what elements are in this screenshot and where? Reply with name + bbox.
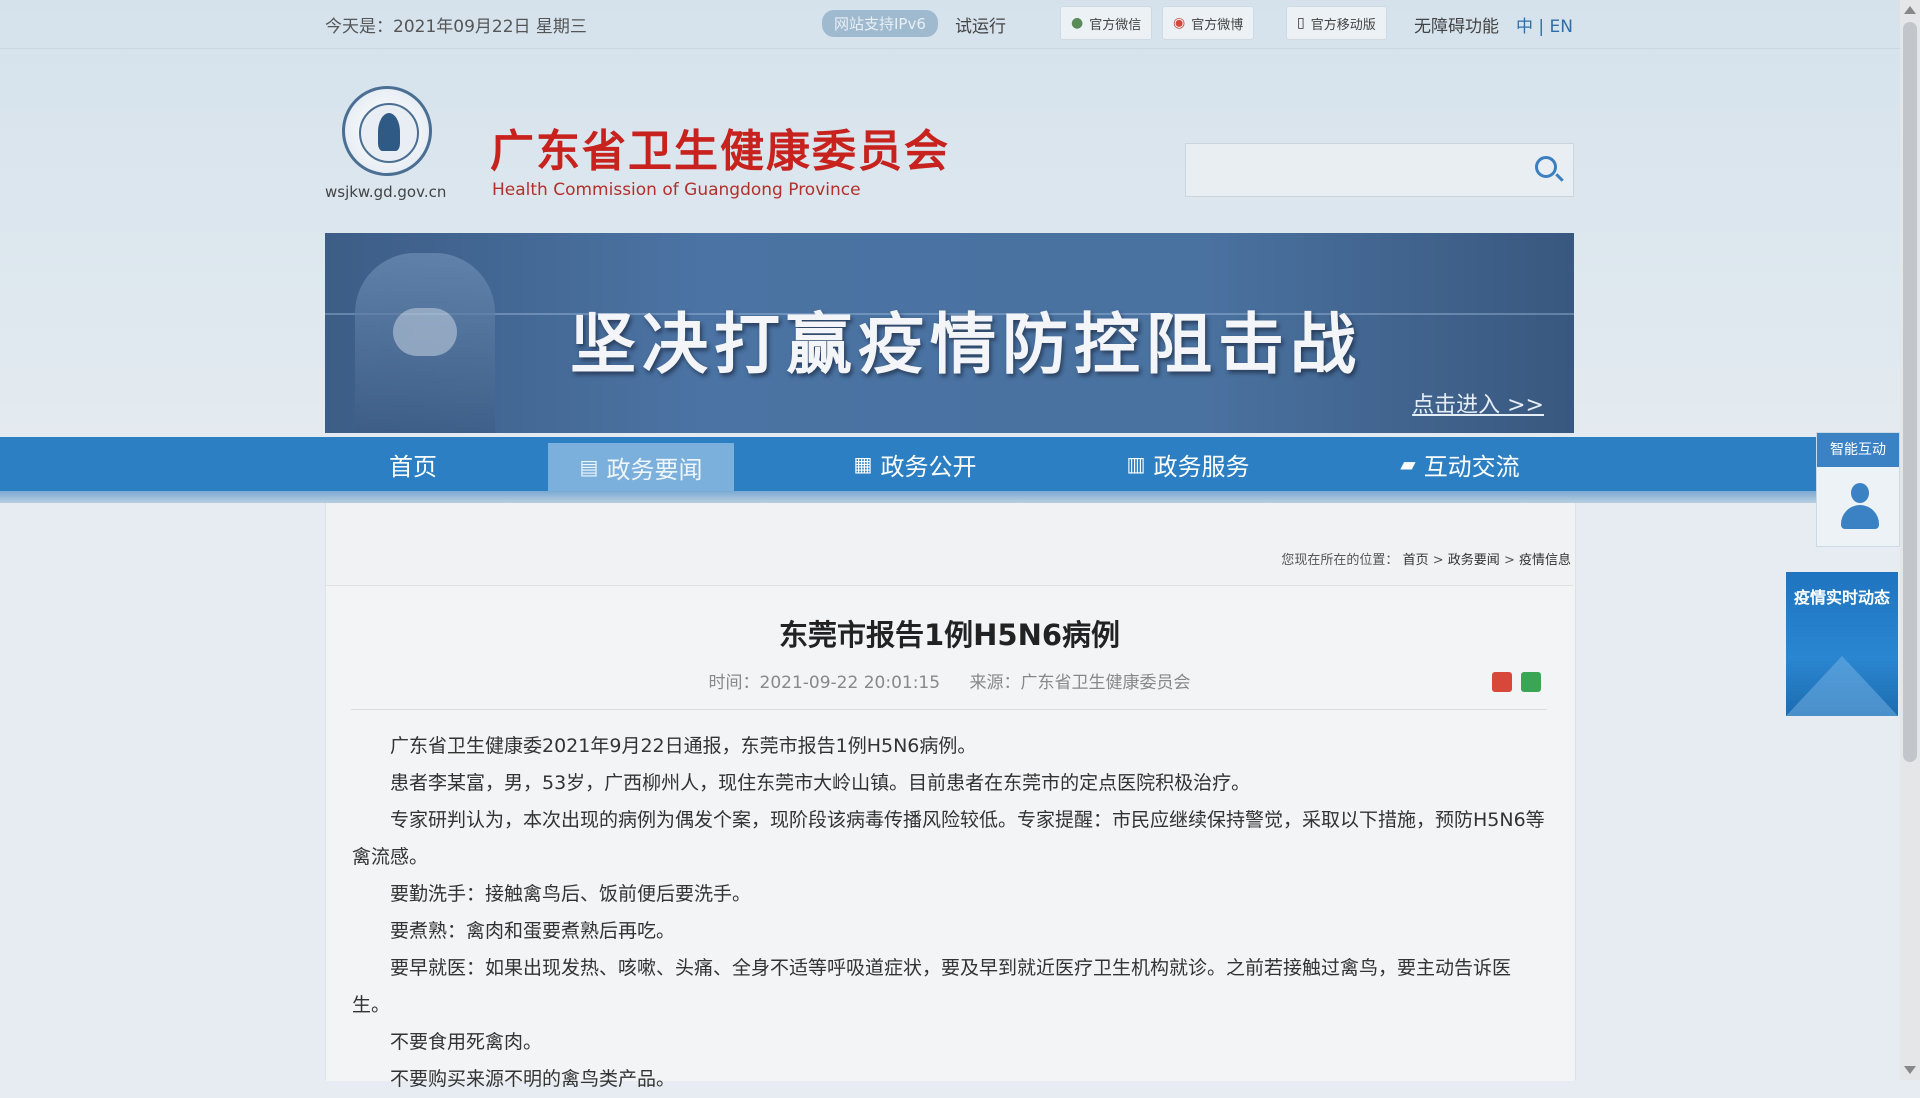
share-buttons [1492,672,1541,692]
official-weibo-button[interactable]: ◉ 官方微博 [1162,6,1255,40]
site-domain: wsjkw.gd.gov.cn [325,183,447,201]
organization-name-en: Health Commission of Guangdong Province [492,180,861,200]
chart-graphic-icon [1786,656,1898,716]
trial-run-label: 试运行 [955,17,1006,37]
content-area: 您现在所在的位置： 首页 > 政务要闻 > 疫情信息 东莞市报告1例H5N6病例… [325,503,1576,1090]
page-scrollbar[interactable] [1900,0,1920,1080]
language-switch[interactable]: 中 | EN [1516,12,1573,37]
banner-title: 坚决打赢疫情防控阻击战 [570,306,1362,383]
smart-interaction-widget[interactable]: 智能互动 [1816,432,1900,547]
article-paragraph: 要煮熟：禽肉和蛋要煮熟后再吃。 [390,920,676,942]
nav-item-home[interactable]: 首页 [325,437,501,491]
article-paragraph: 要勤洗手：接触禽鸟后、饭前便后要洗手。 [390,883,752,905]
breadcrumb-home[interactable]: 首页 [1403,553,1429,568]
organization-name-cn[interactable]: 广东省卫生健康委员会 [490,115,950,179]
nav-item-government-disclosure[interactable]: ▦ 政务公开 [820,437,1010,491]
article-paragraph: 不要食用死禽肉。 [390,1031,543,1053]
banner-medical-worker-image [355,253,495,433]
epidemic-realtime-label: 疫情实时动态 [1793,588,1890,607]
wechat-icon: ● [1071,15,1084,31]
weibo-icon: ◉ [1173,15,1186,31]
article-paragraph: 广东省卫生健康委2021年9月22日通报，东莞市报告1例H5N6病例。 [390,735,977,757]
breadcrumb-section[interactable]: 政务要闻 [1448,553,1500,568]
news-icon: ▤ [579,455,599,479]
search-box [1185,143,1574,197]
search-input[interactable] [1186,144,1534,196]
nav-item-government-services[interactable]: ▥ 政务服务 [1093,437,1283,491]
mobile-phone-icon: ▯ [1297,15,1305,31]
emblem-figure-icon [378,113,400,151]
epidemic-realtime-widget[interactable]: 疫情实时动态 [1786,572,1898,716]
article: 东莞市报告1例H5N6病例 时间：2021-09-22 20:01:15 来源：… [326,585,1573,1090]
main-navigation: 首页 ▤ 政务要闻 ▦ 政务公开 ▥ 政务服务 ▰ 互动交流 [0,437,1816,503]
nav-item-government-news[interactable]: ▤ 政务要闻 [548,443,734,491]
scrollbar-thumb[interactable] [1903,22,1917,762]
top-utility-bar [0,0,1900,49]
article-paragraph: 患者李某富，男，53岁，广西柳州人，现住东莞市大岭山镇。目前患者在东莞市的定点医… [390,772,1251,794]
article-title: 东莞市报告1例H5N6病例 [778,618,1121,652]
ipv6-badge: 网站支持IPv6 [822,10,938,37]
share-wechat-icon[interactable] [1521,672,1541,692]
article-source: 来源：广东省卫生健康委员会 [969,673,1191,693]
article-time: 时间：2021-09-22 20:01:15 [708,673,941,693]
banner-enter-link[interactable]: 点击进入 >> [1412,387,1544,419]
nav-item-interaction[interactable]: ▰ 互动交流 [1365,437,1555,491]
smart-interaction-label: 智能互动 [1817,433,1899,467]
document-icon: ▦ [853,452,873,476]
scroll-down-icon[interactable] [1904,1066,1916,1074]
article-paragraph: 要早就医：如果出现发热、咳嗽、头痛、全身不适等呼吸道症状，要及早到就近医疗卫生机… [352,957,1512,1016]
share-weibo-icon[interactable] [1492,672,1512,692]
official-wechat-button[interactable]: ● 官方微信 [1060,6,1153,40]
article-body: 广东省卫生健康委2021年9月22日通报，东莞市报告1例H5N6病例。 患者李某… [352,728,1548,1098]
search-icon[interactable] [1535,156,1557,178]
clipboard-icon: ▥ [1126,452,1146,476]
avatar-icon [1841,483,1879,531]
breadcrumb-current[interactable]: 疫情信息 [1519,553,1571,568]
official-mobile-button[interactable]: ▯ 官方移动版 [1286,6,1387,40]
accessibility-link[interactable]: 无障碍功能 [1414,12,1499,37]
breadcrumb: 您现在所在的位置： 首页 > 政务要闻 > 疫情信息 [1281,553,1571,568]
chat-bubble-icon: ▰ [1400,452,1416,476]
epidemic-banner[interactable]: 坚决打赢疫情防控阻击战 点击进入 >> [325,233,1574,433]
article-divider [351,709,1547,710]
current-date: 今天是：2021年09月22日 星期三 [325,17,587,37]
scroll-up-icon[interactable] [1904,6,1916,14]
article-paragraph: 专家研判认为，本次出现的病例为偶发个案，现阶段该病毒传播风险较低。专家提醒：市民… [352,809,1545,868]
emblem-logo[interactable] [342,86,432,176]
article-meta: 时间：2021-09-22 20:01:15 来源：广东省卫生健康委员会 [326,668,1573,693]
